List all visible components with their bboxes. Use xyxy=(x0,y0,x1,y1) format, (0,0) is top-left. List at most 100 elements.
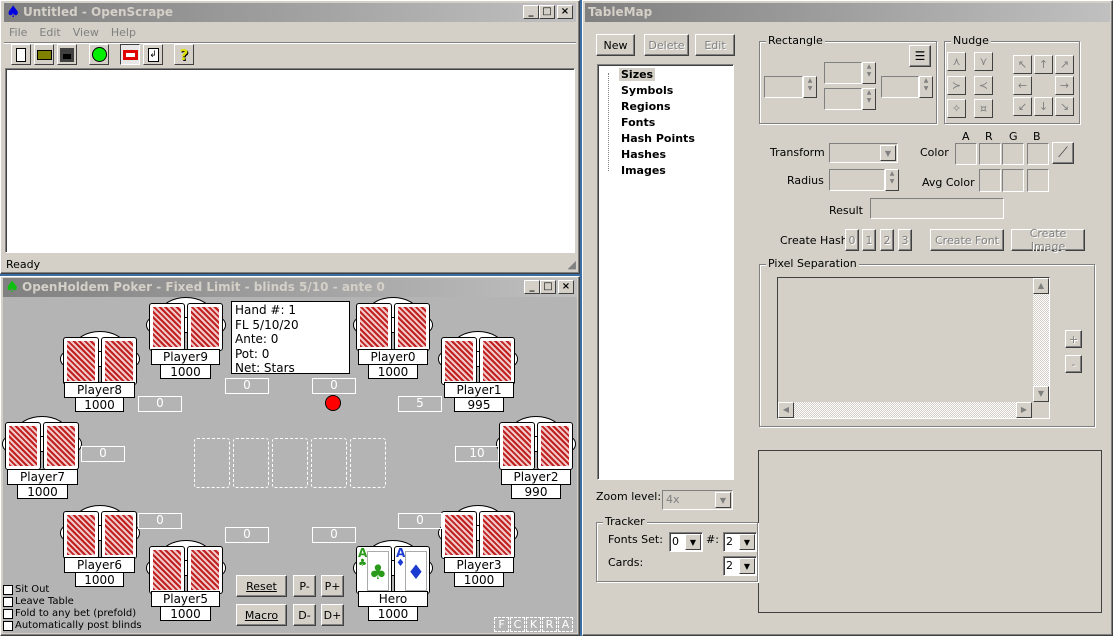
p-plus-button[interactable]: P+ xyxy=(321,575,344,597)
color-r-field[interactable] xyxy=(979,143,1001,165)
tree-item-fonts[interactable]: Fonts xyxy=(619,116,657,129)
p-minus-button[interactable]: P- xyxy=(293,575,316,597)
hash-count-combo[interactable]: 2 ▼ xyxy=(723,532,757,552)
player-bet: 0 xyxy=(312,527,356,543)
menu-edit[interactable]: Edit xyxy=(39,26,60,39)
eyedropper-button[interactable]: ⟋ xyxy=(1052,142,1074,164)
openscrape-client-area[interactable] xyxy=(5,68,575,253)
open-button[interactable] xyxy=(34,44,54,65)
tree-item-regions[interactable]: Regions xyxy=(619,100,673,113)
create-hash-3-button[interactable]: 3 xyxy=(898,229,912,251)
nudge-taller-icon[interactable]: ⋏ xyxy=(947,52,966,71)
color-b-field[interactable] xyxy=(1027,143,1049,165)
tree-item-sizes[interactable]: Sizes xyxy=(619,68,656,81)
card-back xyxy=(479,511,515,559)
tablemap-titlebar[interactable]: TableMap xyxy=(585,3,1110,22)
tree-item-hashes[interactable]: Hashes xyxy=(619,148,668,161)
help-button[interactable]: ? xyxy=(174,44,194,65)
start-button[interactable] xyxy=(89,44,109,65)
fonts-set-combo[interactable]: 0 ▼ xyxy=(669,532,703,552)
nudge-down-left-icon[interactable]: ↙ xyxy=(1013,97,1032,116)
transform-label: Transform xyxy=(770,146,825,159)
d-plus-button[interactable]: D+ xyxy=(321,604,344,626)
scroll-right-icon[interactable]: ▶ xyxy=(1016,402,1032,418)
create-hash-2-button[interactable]: 2 xyxy=(880,229,894,251)
top-spinner[interactable]: ▲ ▼ xyxy=(862,62,876,84)
maximize-button[interactable]: □ xyxy=(540,280,556,294)
remove-separation-button[interactable]: - xyxy=(1065,355,1082,373)
horizontal-scrollbar[interactable]: ◀ ▶ xyxy=(778,402,1032,418)
nudge-down-right-icon[interactable]: ↘ xyxy=(1055,97,1074,116)
save-button[interactable] xyxy=(57,44,77,65)
menu-view[interactable]: View xyxy=(73,26,99,39)
scroll-left-icon[interactable]: ◀ xyxy=(778,402,794,418)
bottom-spinner[interactable]: ▲ ▼ xyxy=(862,88,876,110)
auto-post-blinds-checkbox[interactable]: Automatically post blinds xyxy=(3,620,142,631)
nudge-smaller-icon[interactable]: ¤ xyxy=(974,99,993,118)
color-a-field[interactable] xyxy=(955,143,977,165)
add-separation-button[interactable]: + xyxy=(1065,330,1082,348)
maximize-button[interactable]: □ xyxy=(539,5,555,19)
menu-help[interactable]: Help xyxy=(111,26,136,39)
rectangle-button[interactable] xyxy=(120,44,140,65)
player-name: Player1 xyxy=(444,382,514,398)
radius-field[interactable] xyxy=(829,169,885,191)
player-name: Hero xyxy=(358,591,428,607)
tree-item-hash-points[interactable]: Hash Points xyxy=(619,132,697,145)
macro-button[interactable]: Macro xyxy=(236,604,287,626)
left-spinner[interactable]: ▲ ▼ xyxy=(803,76,817,98)
new-file-button[interactable] xyxy=(11,44,31,65)
d-minus-button[interactable]: D- xyxy=(293,604,316,626)
leave-table-checkbox[interactable]: Leave Table xyxy=(3,596,74,607)
create-font-button[interactable]: Create Font xyxy=(930,229,1004,251)
nudge-right-icon[interactable]: → xyxy=(1055,76,1074,95)
nudge-bigger-icon[interactable]: ✧ xyxy=(947,99,966,118)
zoom-level-combo[interactable]: 4x ▼ xyxy=(662,490,733,510)
nudge-up-right-icon[interactable]: ↗ xyxy=(1055,55,1074,74)
tablemap-tree[interactable]: Sizes Symbols Regions Fonts Hash Points Hashe… xyxy=(597,64,734,480)
minimize-button[interactable]: _ xyxy=(524,280,540,294)
rectangle-icon-button[interactable]: ☰ xyxy=(909,45,931,67)
close-button[interactable]: × xyxy=(557,5,573,19)
tree-item-images[interactable]: Images xyxy=(619,164,668,177)
transform-combo[interactable]: ▼ xyxy=(829,143,898,163)
top-field[interactable] xyxy=(824,62,862,84)
edit-button[interactable]: Edit xyxy=(695,34,735,56)
vertical-scrollbar[interactable]: ▲ ▼ xyxy=(1033,278,1049,402)
refresh-button[interactable]: ↲ xyxy=(143,44,163,65)
menu-file[interactable]: File xyxy=(9,26,27,39)
color-g-field[interactable] xyxy=(1002,143,1024,165)
openholdem-titlebar[interactable]: ♠ OpenHoldem Poker - Fixed Limit - blind… xyxy=(3,277,577,297)
openscrape-titlebar[interactable]: ♠ Untitled - OpenScrape _ □ × xyxy=(4,2,576,22)
minimize-button[interactable]: _ xyxy=(523,5,539,19)
card-suit-icon: ♦ xyxy=(405,551,427,591)
nudge-narrower-icon[interactable]: ≺ xyxy=(974,76,993,95)
scroll-down-icon[interactable]: ▼ xyxy=(1033,386,1049,402)
cards-combo[interactable]: 2 ▼ xyxy=(723,556,757,576)
tree-item-symbols[interactable]: Symbols xyxy=(619,84,675,97)
new-button[interactable]: New xyxy=(596,34,635,56)
create-hash-0-button[interactable]: 0 xyxy=(845,229,859,251)
nudge-up-icon[interactable]: ↑ xyxy=(1034,55,1053,74)
pixel-separation-view[interactable]: ▲ ▼ ◀ ▶ xyxy=(777,277,1050,419)
sit-out-checkbox[interactable]: Sit Out xyxy=(3,584,49,595)
right-field[interactable] xyxy=(881,76,919,98)
resize-grip-icon[interactable]: ◢ xyxy=(568,258,576,271)
nudge-shorter-icon[interactable]: ⋎ xyxy=(974,52,993,71)
bottom-field[interactable] xyxy=(824,88,862,110)
reset-button[interactable]: Reset xyxy=(236,575,287,597)
create-hash-1-button[interactable]: 1 xyxy=(862,229,876,251)
delete-button[interactable]: Delete xyxy=(644,34,689,56)
nudge-up-left-icon[interactable]: ↖ xyxy=(1013,55,1032,74)
right-spinner[interactable]: ▲ ▼ xyxy=(919,76,933,98)
scroll-up-icon[interactable]: ▲ xyxy=(1033,278,1049,294)
create-image-button[interactable]: Create Image xyxy=(1011,227,1085,253)
left-field[interactable] xyxy=(764,76,803,98)
radius-spinner[interactable]: ▲ ▼ xyxy=(885,169,899,191)
nudge-left-icon[interactable]: ← xyxy=(1013,76,1032,95)
nudge-down-icon[interactable]: ↓ xyxy=(1034,97,1053,116)
nudge-wider-icon[interactable]: ≻ xyxy=(947,76,966,95)
close-button[interactable]: × xyxy=(558,280,574,294)
save-disk-icon xyxy=(60,47,74,62)
prefold-checkbox[interactable]: Fold to any bet (prefold) xyxy=(3,608,136,619)
